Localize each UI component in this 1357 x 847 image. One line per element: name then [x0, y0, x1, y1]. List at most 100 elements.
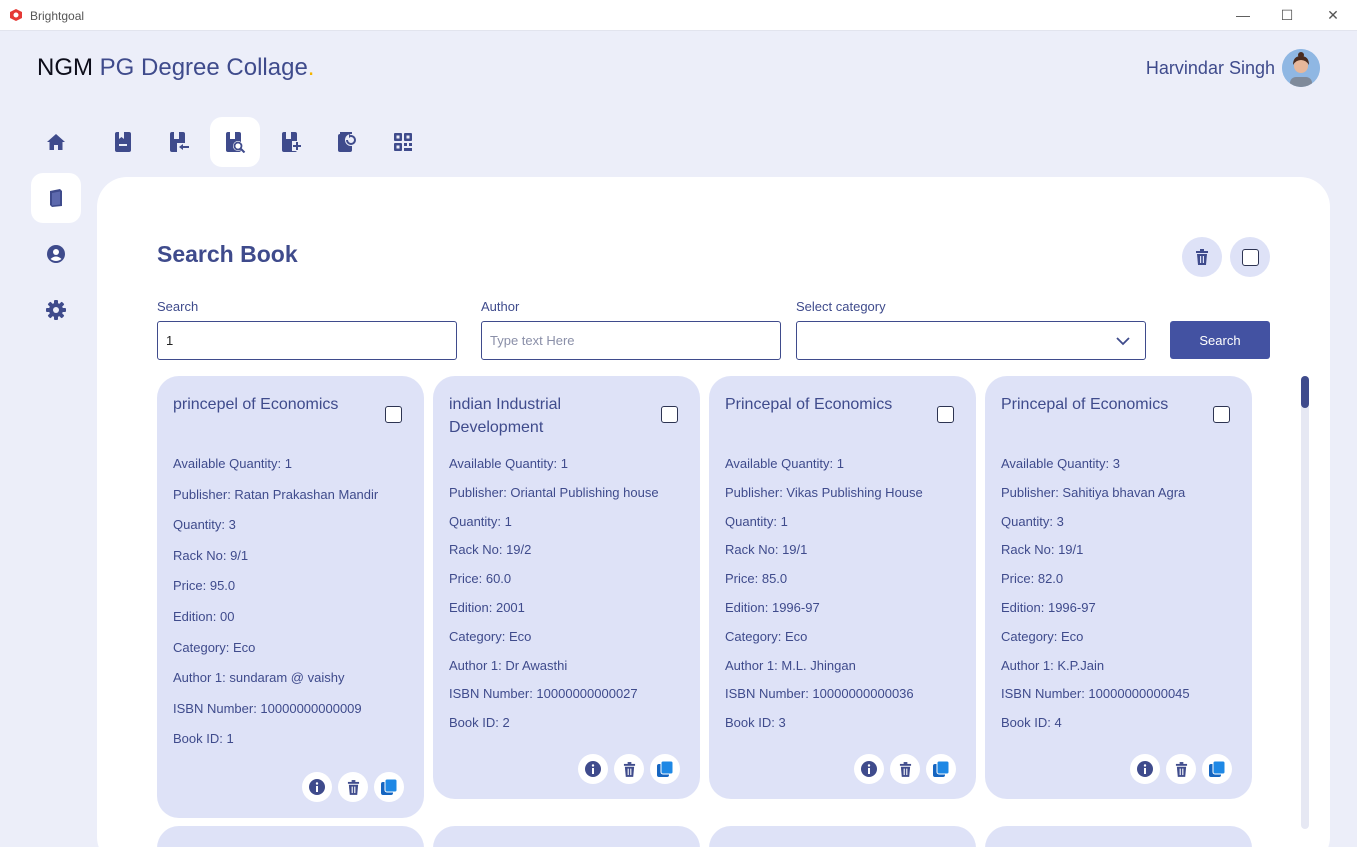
book-detail-line: Price: 95.0	[173, 578, 236, 594]
book-detail-line: Author 1: M.L. Jhingan	[725, 657, 856, 673]
book-card-partial[interactable]	[433, 826, 700, 847]
search-button[interactable]: Search	[1170, 321, 1270, 359]
info-button[interactable]	[578, 754, 608, 784]
book-detail-line: Edition: 1996-97	[1001, 599, 1096, 615]
copy-icon	[933, 760, 950, 777]
book-detail-line: Edition: 00	[173, 608, 235, 624]
book-detail-line: Quantity: 1	[725, 513, 788, 529]
copy-button[interactable]	[374, 772, 404, 802]
copy-icon	[657, 760, 674, 777]
book-detail-line: ISBN Number: 10000000000045	[1001, 686, 1190, 702]
toolbar-book-renew[interactable]	[322, 117, 372, 167]
toolbar-qr-code[interactable]	[378, 117, 428, 167]
book-detail-line: ISBN Number: 10000000000027	[449, 686, 638, 702]
toolbar-book-list[interactable]	[98, 117, 148, 167]
book-detail-line: Rack No: 19/1	[1001, 542, 1084, 558]
info-button[interactable]	[302, 772, 332, 802]
book-detail-line: Publisher: Vikas Publishing House	[725, 484, 923, 500]
delete-button[interactable]	[614, 754, 644, 784]
trash-icon	[1175, 761, 1187, 777]
toolbar-book-search[interactable]	[210, 117, 260, 167]
sidebar-item-home[interactable]	[31, 117, 81, 167]
user-name[interactable]: Harvindar Singh	[1146, 58, 1275, 79]
book-select-checkbox[interactable]	[661, 406, 678, 423]
toolbar-book-add[interactable]	[266, 117, 316, 167]
chevron-down-icon	[1116, 337, 1130, 346]
book-detail-line: Quantity: 1	[449, 513, 512, 529]
search-input[interactable]	[157, 321, 457, 360]
avatar[interactable]	[1282, 49, 1320, 87]
delete-button[interactable]	[338, 772, 368, 802]
book-card[interactable]: indian Industrial Development Available Q…	[433, 376, 700, 799]
brand-abbrev: NGM	[37, 54, 93, 81]
book-detail-line: Publisher: Ratan Prakashan Mandir	[173, 486, 379, 502]
search-label: Search	[157, 299, 199, 314]
sidebar-item-settings[interactable]	[31, 285, 81, 335]
book-detail-line: Book ID: 1	[173, 731, 234, 747]
book-card-partial[interactable]	[709, 826, 976, 847]
select-all-button[interactable]	[1230, 237, 1270, 277]
minimize-button[interactable]: —	[1228, 4, 1258, 26]
qr-code-icon	[394, 133, 412, 151]
book-title: indian Industrial Development	[449, 396, 562, 436]
book-detail-line: Rack No: 9/1	[173, 547, 249, 563]
select-all-checkbox[interactable]	[1241, 248, 1259, 266]
delete-selected-button[interactable]	[1182, 237, 1222, 277]
category-select[interactable]	[796, 321, 1146, 360]
delete-button[interactable]	[1166, 754, 1196, 784]
book-detail-line: Available Quantity: 1	[725, 456, 844, 471]
book-title: Princepal of Economics	[1001, 396, 1169, 413]
book-detail-line: Edition: 2001	[449, 599, 525, 615]
sidebar-item-books[interactable]	[31, 173, 81, 223]
copy-button[interactable]	[1202, 754, 1232, 784]
book-select-checkbox[interactable]	[937, 406, 954, 423]
gear-icon	[46, 300, 66, 320]
book-select-checkbox[interactable]	[385, 406, 402, 423]
info-button[interactable]	[854, 754, 884, 784]
scrollbar-thumb[interactable]	[1301, 376, 1309, 408]
scrollbar-track[interactable]	[1301, 376, 1309, 829]
info-icon	[861, 761, 877, 777]
toolbar-book-return[interactable]	[154, 117, 204, 167]
info-icon	[1137, 761, 1153, 777]
book-card[interactable]: Princepal of Economics Available Quantity…	[985, 376, 1252, 799]
brand-dot: .	[307, 54, 315, 81]
book-card-partial[interactable]	[157, 826, 424, 847]
book-card[interactable]: Princepal of Economics Available Quantity…	[709, 376, 976, 799]
book-detail-line: Available Quantity: 1	[449, 456, 568, 471]
sidebar-item-profile[interactable]	[31, 229, 81, 279]
book-detail-line: Book ID: 3	[725, 715, 786, 731]
book-detail-line: Edition: 1996-97	[725, 599, 820, 615]
trash-icon	[899, 761, 911, 777]
copy-icon	[1209, 760, 1226, 777]
copy-button[interactable]	[650, 754, 680, 784]
author-input[interactable]	[481, 321, 781, 360]
book-icon	[50, 189, 62, 207]
brand-name: PG Degree Collage	[99, 54, 308, 81]
book-detail-line: Publisher: Oriantal Publishing house	[449, 484, 659, 500]
copy-button[interactable]	[926, 754, 956, 784]
book-list-icon	[115, 132, 131, 152]
maximize-button[interactable]: ☐	[1272, 4, 1302, 26]
book-detail-line: Price: 60.0	[449, 571, 512, 587]
book-card-partial[interactable]	[985, 826, 1252, 847]
book-actions	[854, 754, 956, 784]
book-detail-line: Price: 82.0	[1001, 571, 1064, 587]
book-detail-line: ISBN Number: 10000000000036	[725, 686, 914, 702]
book-detail-line: Book ID: 2	[449, 715, 510, 731]
info-icon	[309, 779, 325, 795]
book-return-icon	[170, 132, 189, 152]
delete-button[interactable]	[890, 754, 920, 784]
book-detail-line: Book ID: 4	[1001, 715, 1062, 731]
user-circle-icon	[47, 245, 65, 263]
book-card[interactable]: princepel of Economics Available Quantity…	[157, 376, 424, 818]
book-detail-line: Author 1: sundaram @ vaishy	[173, 670, 345, 686]
book-actions	[302, 772, 404, 802]
book-detail-line: Author 1: K.P.Jain	[1001, 657, 1105, 673]
info-button[interactable]	[1130, 754, 1160, 784]
book-select-checkbox[interactable]	[1213, 406, 1230, 423]
app-brand: NGM PG Degree Collage.	[37, 54, 314, 82]
close-button[interactable]: ✕	[1318, 4, 1348, 26]
book-detail-line: Rack No: 19/1	[725, 542, 808, 558]
trash-icon	[1196, 249, 1208, 265]
